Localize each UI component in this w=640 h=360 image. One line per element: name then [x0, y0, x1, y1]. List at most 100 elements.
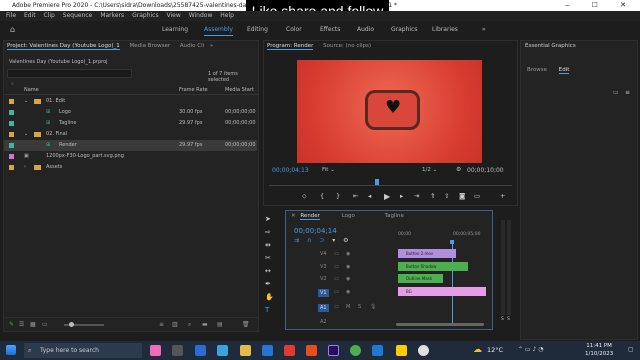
- automate-icon[interactable]: ▥: [172, 318, 178, 332]
- widgets-icon[interactable]: [195, 345, 206, 356]
- track-v2[interactable]: V2: [320, 276, 327, 282]
- hand-icon[interactable]: ✋: [265, 293, 279, 306]
- selection-tool-icon[interactable]: ➤: [265, 215, 279, 228]
- menu-icon[interactable]: ≡: [625, 89, 630, 96]
- menu-view[interactable]: View: [167, 12, 181, 19]
- tab-source[interactable]: Source: (no clips): [323, 43, 371, 49]
- timeline-scrollbar[interactable]: [286, 321, 492, 327]
- tab-audio-clip[interactable]: Audio Cli: [180, 43, 204, 49]
- slip-icon[interactable]: ↔: [265, 267, 279, 280]
- window-controls[interactable]: ‒ ☐ ✕: [565, 0, 636, 11]
- playhead[interactable]: [375, 179, 379, 185]
- app-icon-1[interactable]: [150, 345, 161, 356]
- menu-window[interactable]: Window: [189, 12, 213, 19]
- eye-icon[interactable]: ◉: [346, 264, 350, 270]
- time-ruler[interactable]: 00;00 00;00;05;00: [398, 232, 483, 244]
- new-layer-icon[interactable]: ▭: [613, 89, 619, 96]
- sort-icon[interactable]: ≡: [159, 318, 164, 332]
- step-back-icon[interactable]: ◂: [368, 192, 371, 200]
- sync-lock-icon[interactable]: ▭: [334, 304, 339, 310]
- pencil-icon[interactable]: ✎: [9, 318, 14, 332]
- tray-icons[interactable]: ⌃ ▭ ♪ ◔: [518, 346, 543, 353]
- list-item[interactable]: › Assets: [4, 162, 257, 173]
- tab-edit[interactable]: Edit: [558, 67, 570, 74]
- tab-browse[interactable]: Browse: [527, 67, 547, 73]
- zoom-slider[interactable]: [64, 322, 104, 327]
- mark-in-icon[interactable]: {: [320, 192, 324, 200]
- track-a1[interactable]: A1: [318, 304, 329, 312]
- chevron-down-icon[interactable]: ⌄: [24, 129, 28, 140]
- snap-icon[interactable]: ∩: [307, 237, 311, 244]
- sync-lock-icon[interactable]: ▭: [334, 264, 339, 270]
- workspace-editing[interactable]: Editing: [247, 21, 268, 38]
- playhead-timecode[interactable]: 00;00;04;13: [272, 167, 309, 174]
- app-icon-4[interactable]: [396, 345, 407, 356]
- marker-icon[interactable]: ⬦: [302, 192, 307, 201]
- menu-help[interactable]: Help: [220, 12, 234, 19]
- list-item[interactable]: ⊞ Logo 30.00 fps 00;00;00;00: [4, 107, 257, 118]
- task-view-icon[interactable]: [172, 345, 183, 356]
- type-tool-icon[interactable]: T: [265, 306, 279, 319]
- scroll-thumb[interactable]: [396, 323, 484, 326]
- list-item-selected[interactable]: ⊞ Render 29.97 fps 00;00;00;00: [4, 140, 257, 151]
- eye-icon[interactable]: ◉: [346, 276, 350, 282]
- list-item[interactable]: ⌄ 02. Final: [4, 129, 257, 140]
- menu-sequence[interactable]: Sequence: [63, 12, 93, 19]
- workspace-libraries[interactable]: Libraries: [432, 21, 458, 38]
- track-v1[interactable]: V1: [318, 289, 329, 297]
- workspace-color[interactable]: Color: [286, 21, 302, 38]
- app-icon-2[interactable]: [284, 345, 295, 356]
- opera-icon[interactable]: [306, 345, 317, 356]
- monitor-scrubber[interactable]: [269, 179, 512, 186]
- project-more[interactable]: »: [210, 43, 213, 49]
- col-media-start[interactable]: Media Start: [225, 85, 254, 95]
- list-item[interactable]: ⌄ 01. Edit: [4, 96, 257, 107]
- lift-icon[interactable]: ⇑: [430, 192, 435, 200]
- workspace-more[interactable]: »: [482, 21, 486, 38]
- resolution-dropdown[interactable]: 1/2 ⌄: [422, 167, 437, 173]
- workspace-audio[interactable]: Audio: [357, 21, 374, 38]
- icon-view-icon[interactable]: ▦: [30, 318, 36, 332]
- mute-icon[interactable]: M: [346, 304, 350, 310]
- eye-icon[interactable]: ◉: [346, 289, 350, 295]
- trash-icon[interactable]: 🗑: [242, 318, 250, 332]
- project-search-input[interactable]: ⌕: [7, 69, 132, 87]
- sync-lock-icon[interactable]: ▭: [334, 251, 339, 257]
- col-frame-rate[interactable]: Frame Rate: [179, 85, 208, 95]
- step-forward-icon[interactable]: ▸: [400, 192, 403, 200]
- solo-right[interactable]: S: [507, 317, 510, 322]
- close-icon[interactable]: ✕: [291, 213, 296, 219]
- clock[interactable]: 11:41 PM 1/10/2023: [585, 342, 613, 358]
- mic-icon[interactable]: 🎙: [370, 304, 376, 310]
- list-item[interactable]: ⊞ Tagline 29.97 fps 00;00;00;00: [4, 118, 257, 129]
- solo-icon[interactable]: S: [358, 304, 361, 310]
- wrench-icon[interactable]: ⚙: [456, 166, 461, 173]
- extract-icon[interactable]: ⇧: [444, 192, 449, 200]
- new-bin-icon[interactable]: ▬: [202, 318, 208, 332]
- export-frame-icon[interactable]: ◙: [459, 192, 465, 200]
- mark-out-icon[interactable]: }: [336, 192, 340, 200]
- workspace-assembly[interactable]: Assembly: [204, 21, 233, 38]
- add-button-icon[interactable]: +: [500, 192, 505, 200]
- col-name[interactable]: Name: [24, 85, 39, 95]
- premiere-icon[interactable]: [328, 345, 339, 356]
- menu-graphics[interactable]: Graphics: [132, 12, 159, 19]
- add-marker-icon[interactable]: ▾: [332, 237, 335, 244]
- track-v3[interactable]: V3: [320, 264, 327, 270]
- list-view-icon[interactable]: ☰: [19, 318, 24, 332]
- tab-media-browser[interactable]: Media Browser: [130, 43, 171, 49]
- clip-bg[interactable]: BG: [398, 287, 486, 296]
- go-to-in-icon[interactable]: ⇤: [353, 192, 358, 200]
- zoom-slider-handle[interactable]: [69, 322, 74, 327]
- windows-start-icon[interactable]: [6, 345, 16, 355]
- find-icon[interactable]: ⌕: [188, 318, 191, 332]
- workspace-learning[interactable]: Learning: [162, 21, 188, 38]
- clip-button-shadow[interactable]: Button Shadow: [398, 262, 468, 271]
- nest-icon[interactable]: ⇉: [294, 237, 299, 244]
- taskbar-search-input[interactable]: ⌕ Type here to search: [24, 343, 142, 358]
- linked-icon[interactable]: ⊃: [319, 237, 324, 244]
- tab-logo[interactable]: Logo: [342, 213, 355, 219]
- clip-button-2[interactable]: Button 2.mov: [398, 249, 456, 258]
- tab-project[interactable]: Project: Valentines Day (Youtube Logo)_1: [7, 43, 120, 50]
- chrome-icon[interactable]: [350, 345, 361, 356]
